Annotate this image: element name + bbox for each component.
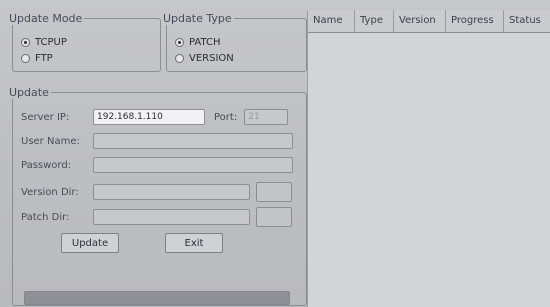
column-header-name[interactable]: Name: [308, 10, 355, 32]
server-ip-label: Server IP:: [21, 111, 70, 123]
radio-version-label: VERSION: [189, 53, 234, 64]
user-name-input[interactable]: [93, 133, 293, 149]
update-tool-window: Update Mode TCPUP FTP Update Type PATCH …: [0, 0, 550, 307]
radio-selected-indicator: [175, 38, 184, 47]
radio-tcpup-label: TCPUP: [35, 37, 67, 48]
user-name-label: User Name:: [21, 135, 80, 147]
radio-tcpup[interactable]: TCPUP: [21, 37, 67, 48]
version-dir-browse-button[interactable]: [256, 182, 292, 202]
update-legend: Update: [9, 86, 49, 99]
column-header-progress[interactable]: Progress: [446, 10, 504, 32]
radio-ftp[interactable]: FTP: [21, 53, 53, 64]
password-row: Password:: [21, 157, 293, 173]
radio-patch[interactable]: PATCH: [175, 37, 220, 48]
version-dir-row: Version Dir:: [21, 182, 292, 202]
radio-unselected-indicator: [175, 54, 184, 63]
column-header-version[interactable]: Version: [394, 10, 446, 32]
update-group: Update Server IP: 192.168.1.110 Port: 21…: [9, 86, 307, 306]
version-dir-input[interactable]: [93, 184, 250, 200]
column-header-status[interactable]: Status: [504, 10, 550, 32]
patch-dir-row: Patch Dir:: [21, 207, 292, 227]
radio-version[interactable]: VERSION: [175, 53, 234, 64]
patch-dir-label: Patch Dir:: [21, 211, 70, 223]
column-header-type[interactable]: Type: [355, 10, 394, 32]
password-input[interactable]: [93, 157, 293, 173]
server-ip-row: Server IP: 192.168.1.110 Port: 21: [21, 109, 289, 125]
table-header: Name Type Version Progress Status: [308, 10, 550, 33]
password-label: Password:: [21, 159, 72, 171]
radio-patch-label: PATCH: [189, 37, 221, 48]
server-ip-input[interactable]: 192.168.1.110: [93, 109, 205, 125]
port-input[interactable]: 21: [244, 109, 289, 125]
left-panel: Update Mode TCPUP FTP Update Type PATCH …: [6, 6, 307, 306]
progress-bar: [24, 291, 290, 305]
update-button[interactable]: Update: [61, 233, 119, 253]
version-dir-label: Version Dir:: [21, 186, 79, 198]
update-type-legend: Update Type: [163, 12, 232, 25]
patch-dir-input[interactable]: [93, 209, 250, 225]
update-mode-group: Update Mode TCPUP FTP: [9, 12, 161, 72]
radio-unselected-indicator: [21, 54, 30, 63]
radio-ftp-label: FTP: [35, 53, 53, 64]
radio-selected-indicator: [21, 38, 30, 47]
user-name-row: User Name:: [21, 133, 293, 149]
patch-dir-browse-button[interactable]: [256, 207, 292, 227]
update-mode-legend: Update Mode: [9, 12, 83, 25]
exit-button[interactable]: Exit: [165, 233, 223, 253]
update-type-group: Update Type PATCH VERSION: [163, 12, 307, 72]
update-table[interactable]: Name Type Version Progress Status: [307, 10, 550, 307]
port-label: Port:: [214, 111, 238, 123]
